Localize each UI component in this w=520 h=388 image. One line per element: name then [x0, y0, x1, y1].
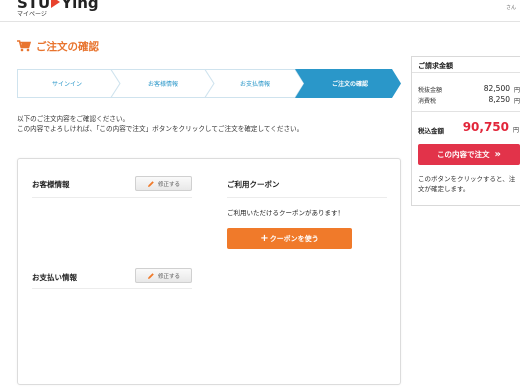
total-unit: 円	[512, 127, 519, 134]
step-signin: サインイン	[51, 81, 82, 88]
coupon-title: ご利用クーポン	[227, 180, 280, 189]
confirm-note: このボタンをクリックすると、注文が確定します。	[418, 175, 516, 193]
coupon-message: ご利用いただけるクーポンがあります！	[227, 209, 344, 217]
edit-payment-button[interactable]: 修正する	[135, 268, 192, 283]
payment-divider	[32, 288, 192, 289]
pencil-icon	[147, 272, 154, 279]
subtotal-row: 税抜金額 82,500 円	[418, 84, 520, 94]
step-payment-info: お支払情報	[239, 81, 270, 88]
tax-label: 消費税	[418, 98, 437, 105]
customer-info-title: お客様情報	[32, 180, 70, 189]
intro-line-1: 以下のご注文内容をご確認ください。	[17, 115, 130, 123]
place-order-label: この内容で注文	[437, 150, 490, 159]
subtotal-unit: 円	[513, 87, 520, 94]
site-header: STU Ying マイページ さん	[0, 0, 520, 22]
edit-payment-label: 修正する	[157, 273, 180, 280]
payment-info-title: お支払い情報	[32, 273, 77, 282]
pencil-icon	[147, 180, 154, 187]
edit-customer-label: 修正する	[157, 181, 180, 188]
plus-icon: +	[260, 232, 269, 244]
subtotal-value: 82,500	[483, 84, 510, 93]
mypage-label[interactable]: マイページ	[17, 9, 47, 18]
total-value: 90,750	[462, 120, 509, 134]
total-label: 税込金額	[418, 127, 444, 135]
tax-value: 8,250	[488, 95, 510, 104]
use-coupon-label: クーポンを使う	[269, 234, 319, 243]
logo-play-mark	[51, 0, 61, 8]
customer-divider	[32, 197, 192, 198]
cart-icon	[17, 40, 31, 52]
tax-unit: 円	[513, 98, 520, 105]
tax-row: 消費税 8,250 円	[418, 95, 520, 105]
edit-customer-button[interactable]: 修正する	[135, 176, 192, 191]
step-confirm: ご注文の確認	[331, 81, 368, 88]
summary-divider	[412, 111, 520, 112]
intro-line-2: この内容でよろしければ、「この内容で注文」ボタンをクリックしてご注文を確定してく…	[17, 125, 304, 133]
order-details-panel: お客様情報 修正する ご利用クーポン ご利用いただけるクーポンがあります！ + …	[17, 158, 401, 385]
coupon-divider	[227, 197, 387, 198]
step-customer-info: お客様情報	[147, 81, 178, 88]
checkout-steps: サインイン お客様情報 お支払情報 ご注文の確認	[17, 69, 401, 98]
use-coupon-button[interactable]: + クーポンを使う	[227, 228, 352, 249]
summary-title: ご請求金額	[412, 57, 520, 73]
page-title: ご注文の確認	[36, 41, 99, 53]
place-order-button[interactable]: この内容で注文 »	[418, 144, 520, 165]
double-chevron-right-icon: »	[494, 148, 501, 160]
user-label: さん	[505, 5, 516, 11]
subtotal-label: 税抜金額	[418, 87, 443, 94]
intro-text: 以下のご注文内容をご確認ください。 この内容でよろしければ、「この内容で注文」ボ…	[17, 114, 303, 134]
